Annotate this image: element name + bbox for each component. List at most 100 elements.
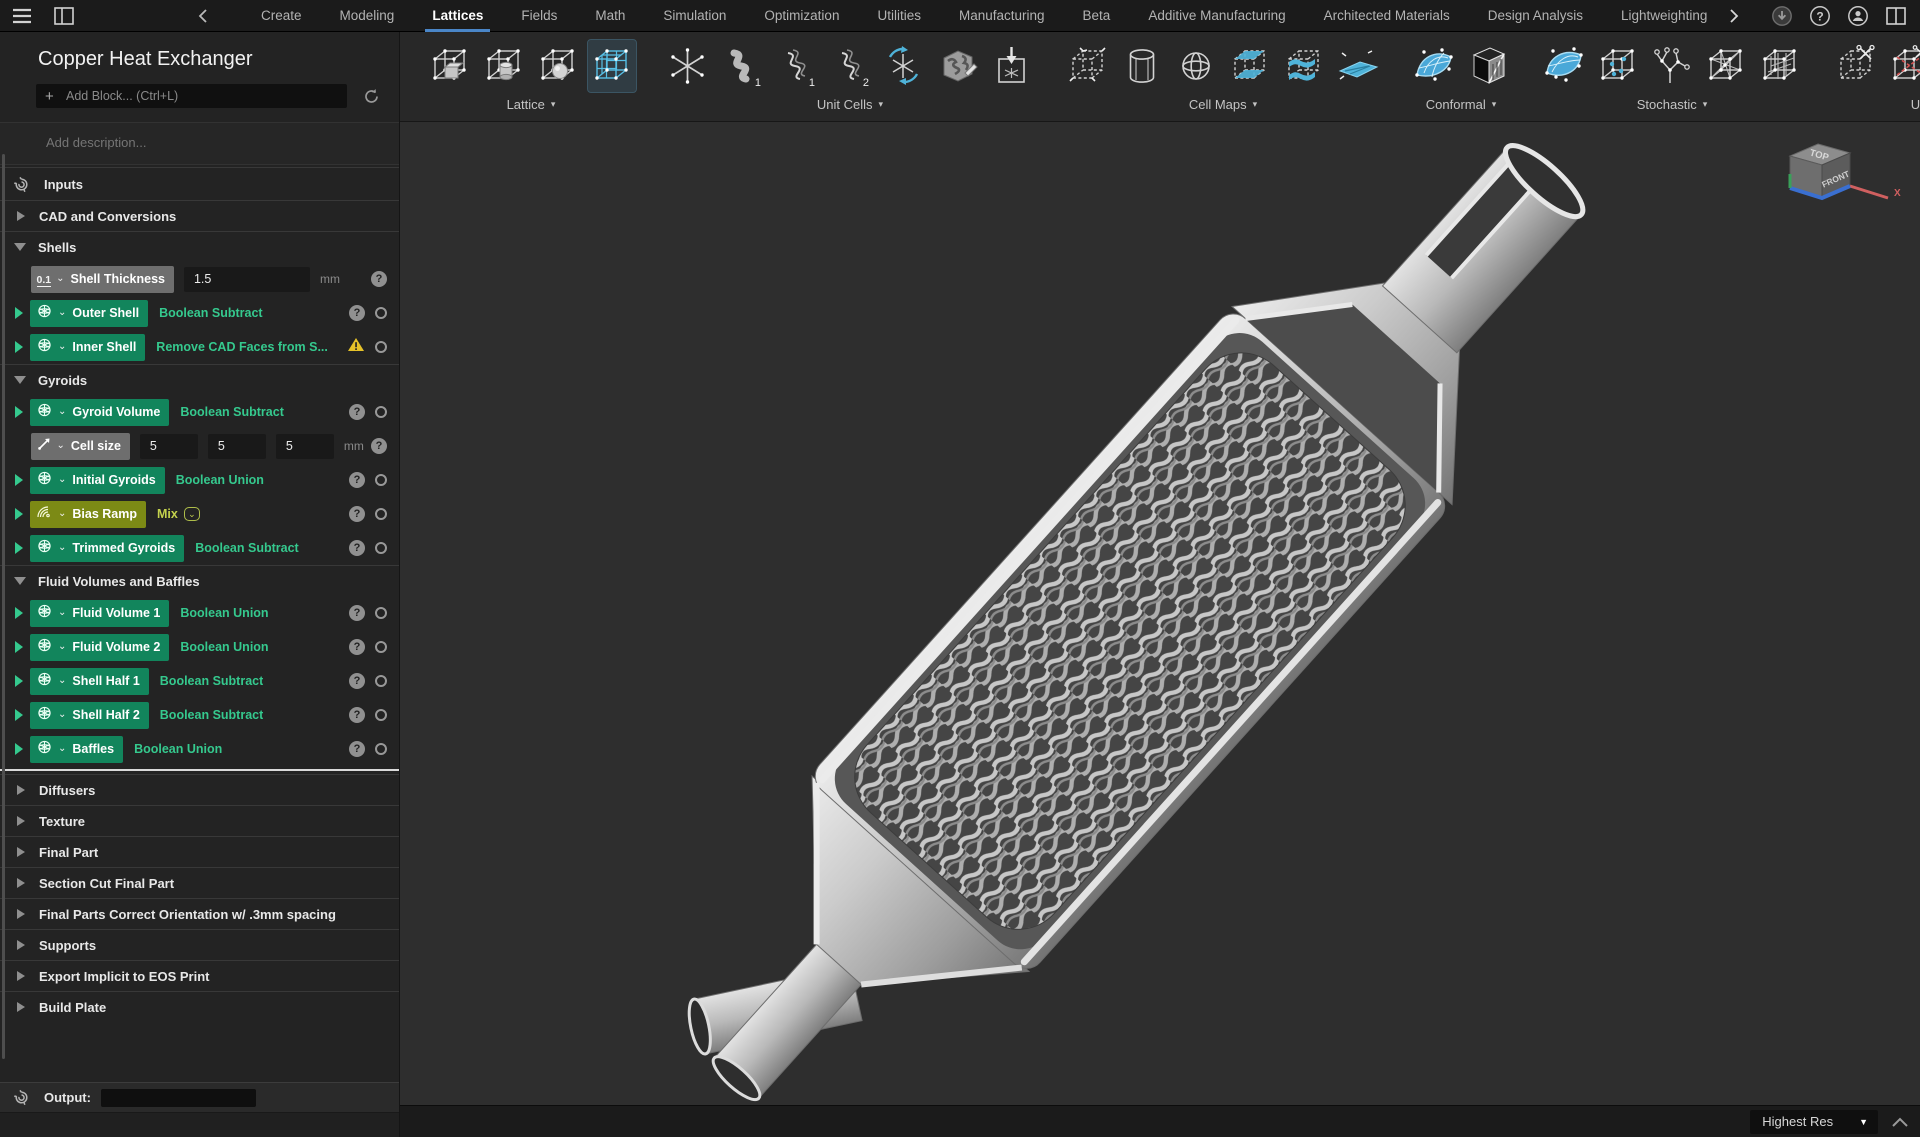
block-chip-fluid-volume-1[interactable]: ⌄Fluid Volume 1 — [30, 600, 169, 627]
block-chip-initial-gyroids[interactable]: ⌄Initial Gyroids — [30, 467, 165, 494]
block-chip-shell-half-1[interactable]: ⌄Shell Half 1 — [30, 668, 149, 695]
visibility-toggle-icon[interactable] — [375, 641, 387, 653]
expand-triangle-icon[interactable] — [17, 1002, 25, 1012]
value-field[interactable]: 5 — [140, 434, 198, 459]
block-function-label[interactable]: Boolean Subtract — [160, 674, 264, 688]
expand-triangle-icon[interactable] — [17, 785, 25, 795]
block-chip-fluid-volume-2[interactable]: ⌄Fluid Volume 2 — [30, 634, 169, 661]
stochastic-lines-icon[interactable] — [1756, 40, 1804, 92]
rotate-cell-icon[interactable] — [880, 40, 928, 92]
section-cad-and-conversions[interactable]: CAD and Conversions — [0, 200, 399, 231]
ribbon-group-label-cell-maps[interactable]: Cell Maps▾ — [1189, 94, 1257, 117]
block-chip-gyroid-volume[interactable]: ⌄Gyroid Volume — [30, 399, 169, 426]
lattice-cube-blue-icon[interactable] — [588, 40, 636, 92]
resolution-dropdown[interactable]: Highest Res ▼ — [1750, 1110, 1878, 1134]
cellmap-sphere-icon[interactable] — [1172, 40, 1220, 92]
value-field[interactable]: 5 — [276, 434, 334, 459]
ribbon-group-label-unit-cells[interactable]: Unit Cells▾ — [817, 94, 883, 117]
section-shells[interactable]: Shells — [0, 231, 399, 262]
visibility-toggle-icon[interactable] — [375, 709, 387, 721]
run-arrow-icon[interactable] — [15, 474, 23, 486]
section-gyroids[interactable]: Gyroids — [0, 364, 399, 395]
trim-scissors-icon[interactable] — [1832, 40, 1880, 92]
expand-triangle-icon[interactable] — [17, 878, 25, 888]
account-icon[interactable] — [1844, 2, 1872, 30]
block-function-label[interactable]: Boolean Union — [180, 640, 268, 654]
run-arrow-icon[interactable] — [15, 743, 23, 755]
gyroid-solid-icon[interactable]: 1 — [718, 40, 766, 92]
block-function-label[interactable]: Boolean Subtract — [180, 405, 284, 419]
description-placeholder[interactable]: Add description... — [0, 122, 399, 165]
asterisk-icon[interactable] — [664, 40, 712, 92]
ribbon-group-label-stochastic[interactable]: Stochastic▾ — [1637, 94, 1708, 117]
stochastic-tree-icon[interactable] — [1648, 40, 1696, 92]
expand-triangle-icon[interactable] — [17, 211, 25, 221]
menu-tab-manufacturing[interactable]: Manufacturing — [940, 0, 1064, 32]
sync-icon[interactable] — [357, 82, 385, 110]
menu-tab-lightweighting[interactable]: Lightweighting — [1602, 0, 1726, 32]
help-icon[interactable]: ? — [371, 271, 387, 287]
block-function-label[interactable]: Remove CAD Faces from S... — [156, 340, 328, 354]
expand-triangle-icon[interactable] — [17, 909, 25, 919]
help-icon[interactable]: ? — [349, 741, 365, 757]
ribbon-group-label-lattice[interactable]: Lattice▾ — [507, 94, 556, 117]
section-diffusers[interactable]: Diffusers — [0, 774, 399, 805]
ribbon-group-label-conformal[interactable]: Conformal▾ — [1426, 94, 1497, 117]
run-arrow-icon[interactable] — [15, 406, 23, 418]
block-function-label[interactable]: Boolean Union — [180, 606, 268, 620]
section-final-part[interactable]: Final Part — [0, 836, 399, 867]
menu-tab-fields[interactable]: Fields — [502, 0, 576, 32]
section-export-implicit-to-eos-print[interactable]: Export Implicit to EOS Print — [0, 960, 399, 991]
import-cell-icon[interactable] — [988, 40, 1036, 92]
output-field[interactable] — [101, 1089, 256, 1107]
block-function-label[interactable]: Boolean Union — [176, 473, 264, 487]
cellmap-cylinder-icon[interactable] — [1118, 40, 1166, 92]
view-cube[interactable]: TOP FRONT X — [1784, 136, 1902, 218]
block-chip-trimmed-gyroids[interactable]: ⌄Trimmed Gyroids — [30, 535, 184, 562]
visibility-toggle-icon[interactable] — [375, 341, 387, 353]
lattice-cube-box-icon[interactable] — [426, 40, 474, 92]
visibility-toggle-icon[interactable] — [375, 542, 387, 554]
help-icon[interactable]: ? — [371, 438, 387, 454]
block-function-label[interactable]: Boolean Subtract — [195, 541, 299, 555]
help-icon[interactable]: ? — [349, 605, 365, 621]
help-icon[interactable]: ? — [349, 639, 365, 655]
cellmap-surface-icon[interactable] — [1226, 40, 1274, 92]
section-texture[interactable]: Texture — [0, 805, 399, 836]
add-block-input[interactable] — [36, 84, 347, 108]
run-arrow-icon[interactable] — [15, 641, 23, 653]
section-fluid-volumes-and-baffles[interactable]: Fluid Volumes and Baffles — [0, 565, 399, 596]
run-arrow-icon[interactable] — [15, 542, 23, 554]
block-chip-shell-half-2[interactable]: ⌄Shell Half 2 — [30, 702, 149, 729]
block-function-label[interactable]: Boolean Subtract — [159, 306, 263, 320]
lattice-cube-sphere-icon[interactable] — [534, 40, 582, 92]
menu-tab-additive-manufacturing[interactable]: Additive Manufacturing — [1129, 0, 1304, 32]
back-chevron-icon[interactable] — [188, 2, 216, 30]
section-build-plate[interactable]: Build Plate — [0, 991, 399, 1022]
menu-tab-modeling[interactable]: Modeling — [321, 0, 414, 32]
expand-triangle-icon[interactable] — [17, 971, 25, 981]
chevron-up-icon[interactable] — [1892, 1117, 1908, 1127]
collapse-triangle-icon[interactable] — [14, 376, 26, 384]
visibility-toggle-icon[interactable] — [375, 474, 387, 486]
help-icon[interactable]: ? — [349, 707, 365, 723]
inputs-row[interactable]: Inputs — [0, 167, 399, 200]
help-icon[interactable]: ? — [349, 540, 365, 556]
menu-tab-create[interactable]: Create — [242, 0, 321, 32]
help-icon[interactable]: ? — [1806, 2, 1834, 30]
block-function-label[interactable]: Mix — [157, 507, 178, 521]
chevron-down-icon[interactable]: ⌄ — [184, 507, 200, 521]
stochastic-points-icon[interactable] — [1594, 40, 1642, 92]
help-icon[interactable]: ? — [349, 472, 365, 488]
cellmap-cube-icon[interactable] — [1064, 40, 1112, 92]
section-final-parts-correct-orientation-w-3mm-spacing[interactable]: Final Parts Correct Orientation w/ .3mm … — [0, 898, 399, 929]
sidebar-scrollbar[interactable] — [2, 154, 5, 1059]
help-icon[interactable]: ? — [349, 305, 365, 321]
cellmap-plane-icon[interactable] — [1334, 40, 1382, 92]
menu-tab-utilities[interactable]: Utilities — [858, 0, 940, 32]
gyroid-wire-icon[interactable]: 2 — [826, 40, 874, 92]
collapse-triangle-icon[interactable] — [14, 243, 26, 251]
block-function-label[interactable]: Boolean Union — [134, 742, 222, 756]
hamburger-menu-icon[interactable] — [8, 2, 36, 30]
run-arrow-icon[interactable] — [15, 607, 23, 619]
